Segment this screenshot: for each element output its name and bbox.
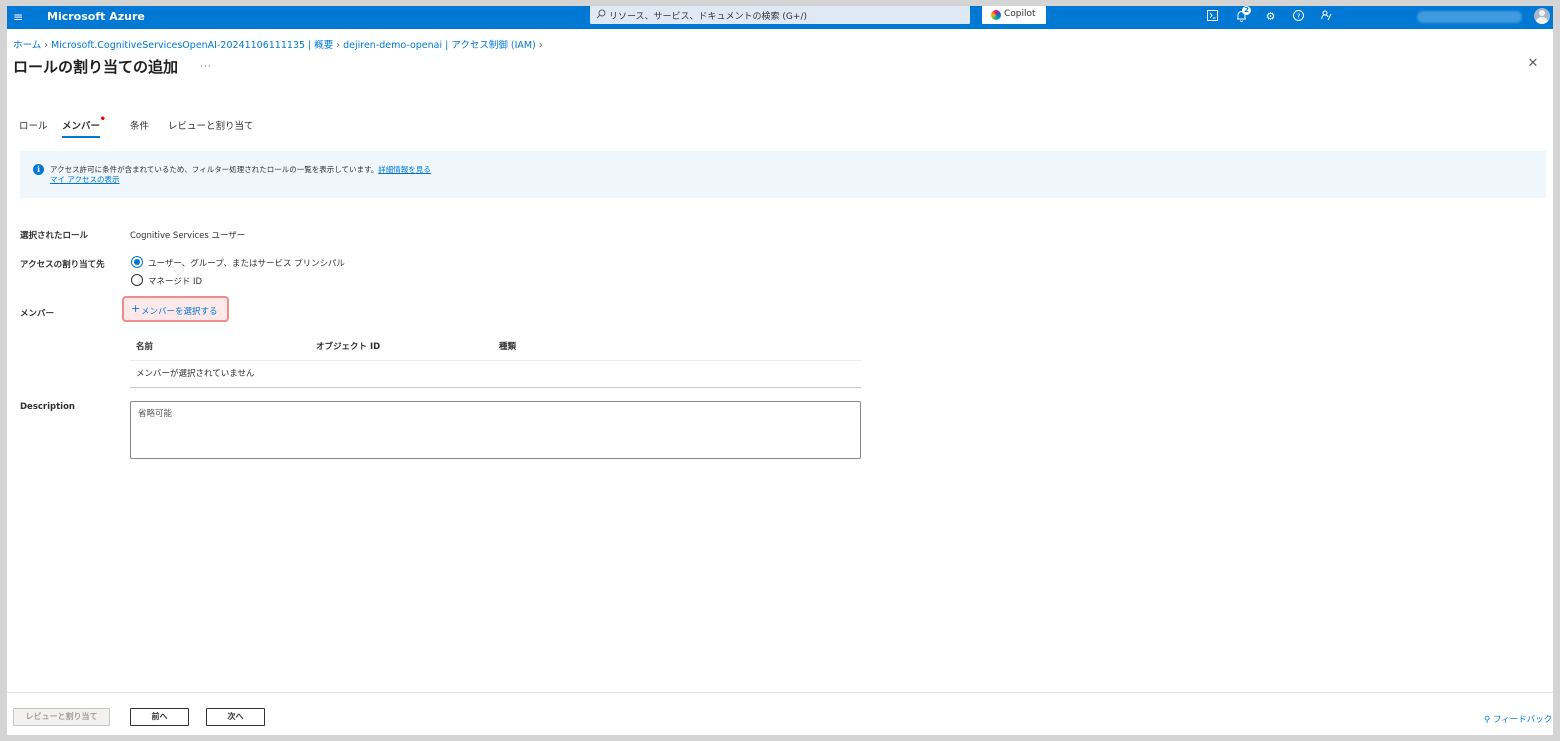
info-message: アクセス許可に条件が含まれているため、フィルター処理されたロールの一覧を表示して…: [50, 165, 379, 174]
column-header-object-id[interactable]: オブジェクト ID: [316, 340, 380, 352]
help-icon[interactable]: ?: [1292, 10, 1305, 23]
tab-role-label: ロール: [19, 121, 48, 132]
tab-members[interactable]: メンバー •: [62, 114, 106, 138]
copilot-icon: [991, 10, 1001, 20]
breadcrumb-resource-group[interactable]: Microsoft.CognitiveServicesOpenAI-202411…: [51, 40, 333, 51]
feedback-link[interactable]: ⚲ フィードバック: [1484, 713, 1552, 725]
column-header-type[interactable]: 種類: [499, 340, 516, 352]
my-access-link[interactable]: マイ アクセスの表示: [50, 174, 120, 185]
feedback-label: フィードバック: [1492, 715, 1553, 725]
info-banner: i アクセス許可に条件が含まれているため、フィルター処理されたロールの一覧を表示…: [20, 151, 1546, 198]
table-header-divider: [130, 360, 861, 361]
more-options-icon[interactable]: ···: [200, 62, 212, 72]
selected-role-value: Cognitive Services ユーザー: [130, 231, 246, 241]
tab-review-assign-label: レビューと割り当て: [168, 121, 254, 132]
select-members-label: メンバーを選択する: [141, 307, 218, 317]
radio-managed-identity-label[interactable]: マネージド ID: [148, 275, 202, 287]
review-assign-button[interactable]: レビューと割り当て: [13, 708, 110, 726]
feedback-icon: ⚲: [1484, 715, 1491, 725]
chevron-right-icon: ›: [336, 40, 341, 51]
empty-table-message: メンバーが選択されていません: [136, 369, 255, 379]
next-button[interactable]: 次へ: [206, 708, 265, 726]
radio-user-group-sp[interactable]: [131, 256, 143, 268]
tab-review-assign[interactable]: レビューと割り当て: [168, 118, 254, 138]
tab-conditions-label: 条件: [130, 121, 150, 132]
radio-managed-identity[interactable]: [131, 274, 143, 286]
close-icon[interactable]: ✕: [1527, 57, 1539, 70]
previous-button[interactable]: 前へ: [130, 708, 189, 726]
assign-to-label: アクセスの割り当て先: [20, 260, 105, 270]
tab-conditions[interactable]: 条件: [130, 118, 149, 138]
column-header-name[interactable]: 名前: [136, 340, 153, 352]
search-placeholder: リソース、サービス、ドキュメントの検索 (G+/): [609, 12, 807, 22]
info-icon: i: [33, 164, 44, 175]
description-textarea[interactable]: 省略可能: [130, 401, 861, 459]
members-label: メンバー: [20, 309, 55, 319]
avatar[interactable]: [1534, 8, 1550, 24]
tab-role[interactable]: ロール: [19, 118, 48, 138]
table-bottom-divider: [130, 387, 861, 388]
breadcrumb-resource[interactable]: dejiren-demo-openai | アクセス制御 (IAM): [343, 40, 536, 51]
azure-portal-window: ≡ Microsoft Azure リソース、サービス、ドキュメントの検索 (G…: [7, 6, 1553, 735]
tab-members-label: メンバー: [62, 121, 101, 132]
copilot-label: Copilot: [1004, 9, 1036, 19]
top-bar: ≡ Microsoft Azure リソース、サービス、ドキュメントの検索 (G…: [7, 6, 1553, 29]
cloud-shell-icon[interactable]: [1206, 10, 1219, 23]
breadcrumb-home[interactable]: ホーム: [13, 40, 41, 51]
search-icon: [596, 9, 606, 19]
gear-icon[interactable]: ⚙: [1264, 10, 1277, 23]
footer-bar: レビューと割り当て 前へ 次へ ⚲ フィードバック: [7, 692, 1553, 735]
plus-icon: +: [131, 302, 141, 315]
account-name[interactable]: [1417, 11, 1522, 23]
feedback-icon[interactable]: [1320, 10, 1333, 23]
brand-title[interactable]: Microsoft Azure: [47, 10, 145, 23]
svg-text:?: ?: [1297, 12, 1301, 20]
notification-badge: 2: [1242, 6, 1251, 15]
page-title: ロールの割り当ての追加: [13, 58, 179, 76]
copilot-button[interactable]: Copilot: [982, 6, 1046, 24]
required-indicator: •: [99, 114, 107, 125]
description-placeholder: 省略可能: [138, 409, 173, 419]
chevron-right-icon: ›: [538, 40, 543, 51]
menu-icon[interactable]: ≡: [13, 11, 25, 23]
select-members-button[interactable]: + メンバーを選択する: [122, 296, 229, 322]
description-label: Description: [20, 402, 75, 412]
chevron-right-icon: ›: [44, 40, 49, 51]
breadcrumb: ホーム › Microsoft.CognitiveServicesOpenAI-20…: [13, 37, 546, 51]
radio-user-group-sp-label[interactable]: ユーザー、グループ、またはサービス プリンシパル: [148, 257, 345, 269]
selected-role-label: 選択されたロール: [20, 231, 89, 241]
learn-more-link[interactable]: 詳細情報を見る: [378, 165, 431, 174]
search-input[interactable]: リソース、サービス、ドキュメントの検索 (G+/): [590, 6, 970, 24]
